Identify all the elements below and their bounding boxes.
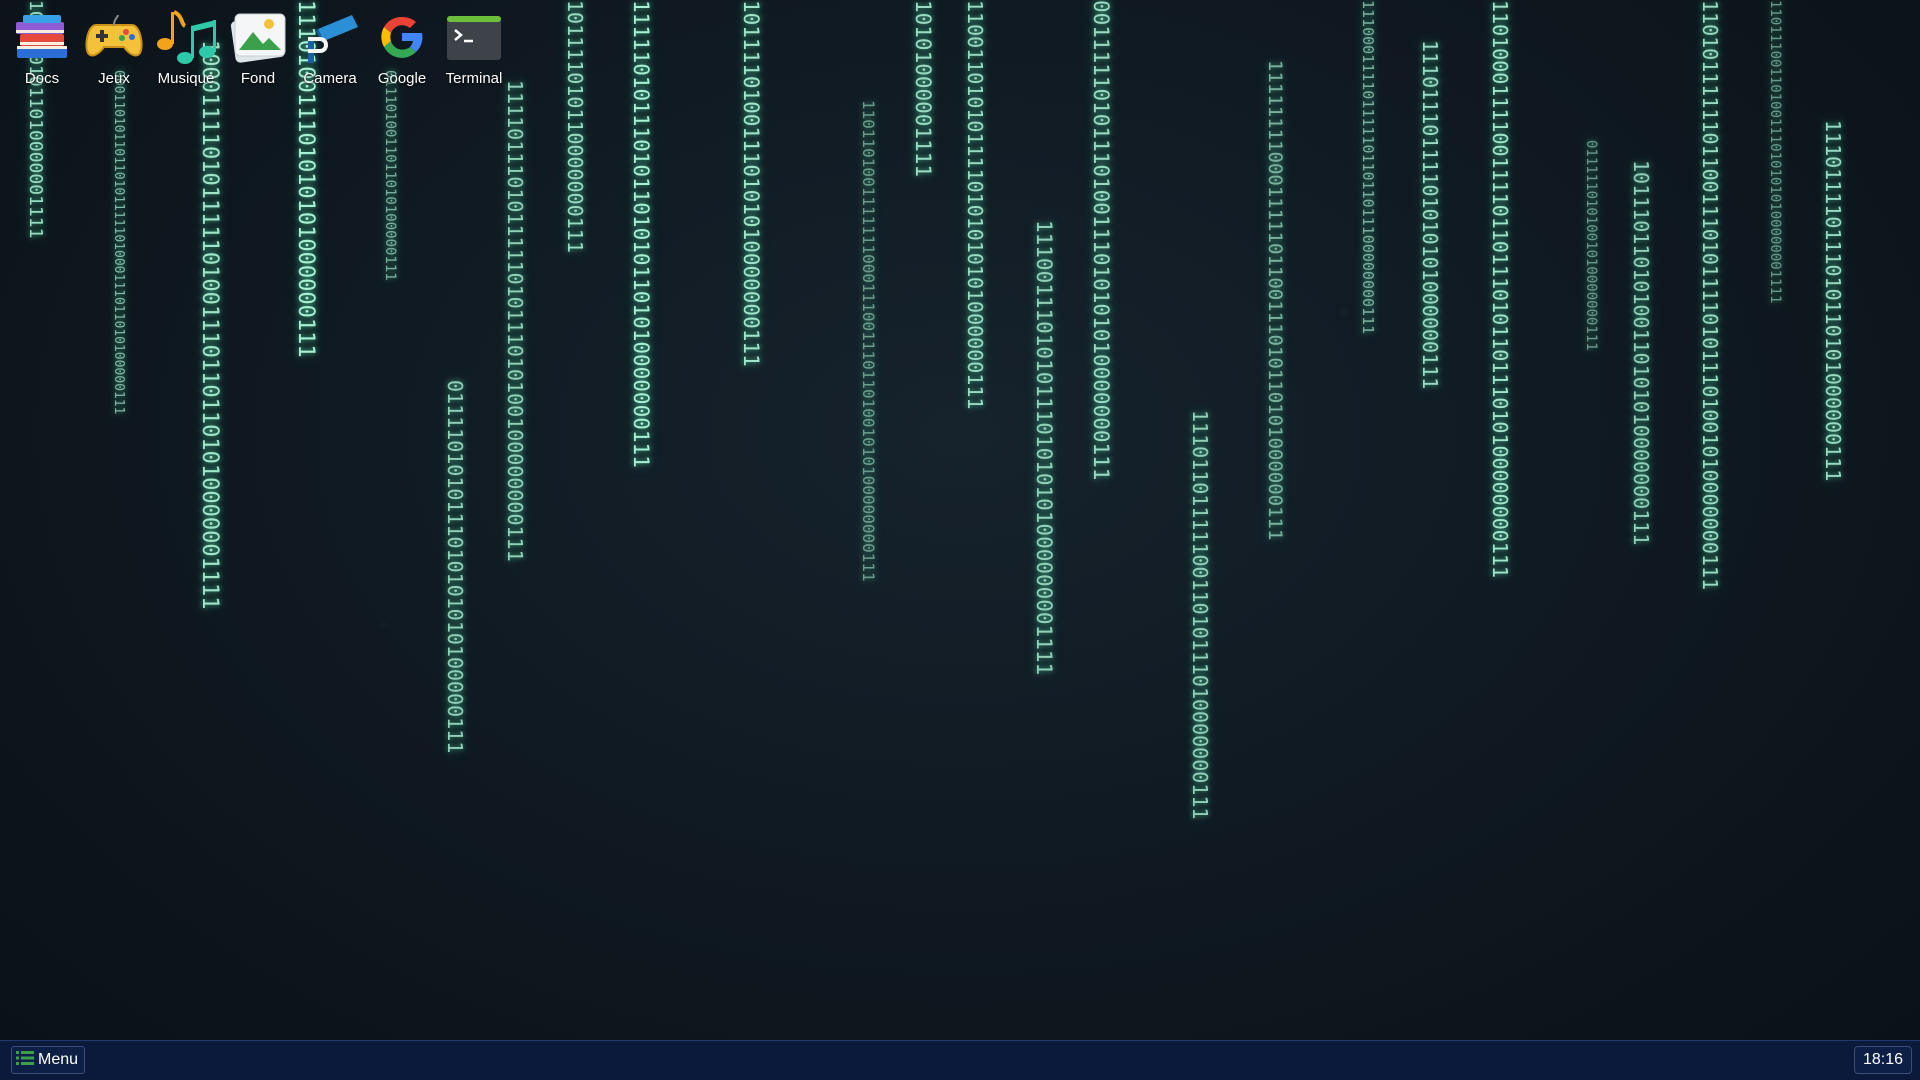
binary-column: 1100110101011110101010101000000111 (963, 0, 987, 410)
desktop-icon-label: Docs (24, 70, 60, 87)
binary-column: 1101011111101100111010111101011101001010… (1698, 0, 1722, 591)
binary-column: 1101101001111111000111001110110100101010… (859, 100, 878, 582)
list-icon (16, 1050, 34, 1071)
binary-column: 1101000111100111101101110101101110101000… (1488, 0, 1512, 578)
desktop-icon-fond[interactable]: Fond (222, 6, 294, 87)
desktop-icon-label: Jeux (98, 70, 130, 87)
music-notes-icon (155, 6, 217, 68)
desktop-icon-label: Musique (157, 70, 215, 87)
binary-column: 10111101001110101010000000111 (739, 0, 763, 367)
menu-button[interactable]: Menu (11, 1046, 86, 1074)
camera-icon (299, 6, 361, 68)
binary-column: 110111001101001110101010100000001111 (1767, 0, 1783, 304)
google-icon (371, 6, 433, 68)
binary-column: 0111110101001010000000111 (1583, 140, 1599, 351)
binary-column: 101111010110000000111 (563, 0, 587, 253)
binary-column: 0111010011011010100000111 (382, 70, 398, 281)
binary-column: 1111101011101011010101101010000000111 (629, 0, 653, 468)
binary-column: 1111011101011111010111010100100000000111 (503, 80, 527, 562)
clock: 18:16 (1854, 1046, 1912, 1074)
desktop-icon-google[interactable]: Google (366, 6, 438, 87)
desktop-icons: Docs Jeux Musique Fond Camera Google Ter… (6, 6, 510, 87)
binary-column: 1000111101011111010011101101101010000001… (197, 40, 222, 610)
desktop-icon-docs[interactable]: Docs (6, 6, 78, 87)
desktop-icon-musique[interactable]: Musique (150, 6, 222, 87)
binary-column: 00111110101110100111010101010000000111 (1089, 0, 1113, 481)
menu-label: Menu (38, 1051, 79, 1068)
binary-column: 1110110111110011010111010000000111 (1188, 410, 1212, 820)
desktop-icon-camera[interactable]: Camera (294, 6, 366, 87)
binary-column: 1111111100011111011001110101101010000001… (1264, 60, 1286, 541)
binary-column: 111001110101011101010101000000001111 (1032, 220, 1056, 676)
binary-column: 10111011010100110101010000000111 (1629, 160, 1653, 546)
desktop-icon-label: Camera (303, 70, 357, 87)
taskbar: Menu 18:16 (0, 1040, 1920, 1080)
image-icon (227, 6, 289, 68)
desktop: 1011101011010000001111 000110101101101011… (0, 0, 1920, 1040)
desktop-icon-jeux[interactable]: Jeux (78, 6, 150, 87)
binary-column: 111011110111010110101000000111 (1821, 120, 1845, 482)
binary-column: 1110001111011111011011011100000000111 (1359, 0, 1377, 335)
books-icon (11, 6, 73, 68)
desktop-icon-label: Terminal (445, 70, 503, 87)
binary-column: 11101110111101010101000000111 (1418, 40, 1442, 390)
desktop-icon-terminal[interactable]: Terminal (438, 6, 510, 87)
binary-column: 0111101010111010101010100000111 (443, 380, 467, 754)
desktop-icon-label: Fond (240, 70, 276, 87)
terminal-icon (443, 6, 505, 68)
binary-column: 10101000001111 (911, 0, 935, 178)
binary-column: 0001101011011010111110100011101101010000… (111, 70, 126, 415)
desktop-icon-label: Google (377, 70, 427, 87)
gamepad-icon (83, 6, 145, 68)
